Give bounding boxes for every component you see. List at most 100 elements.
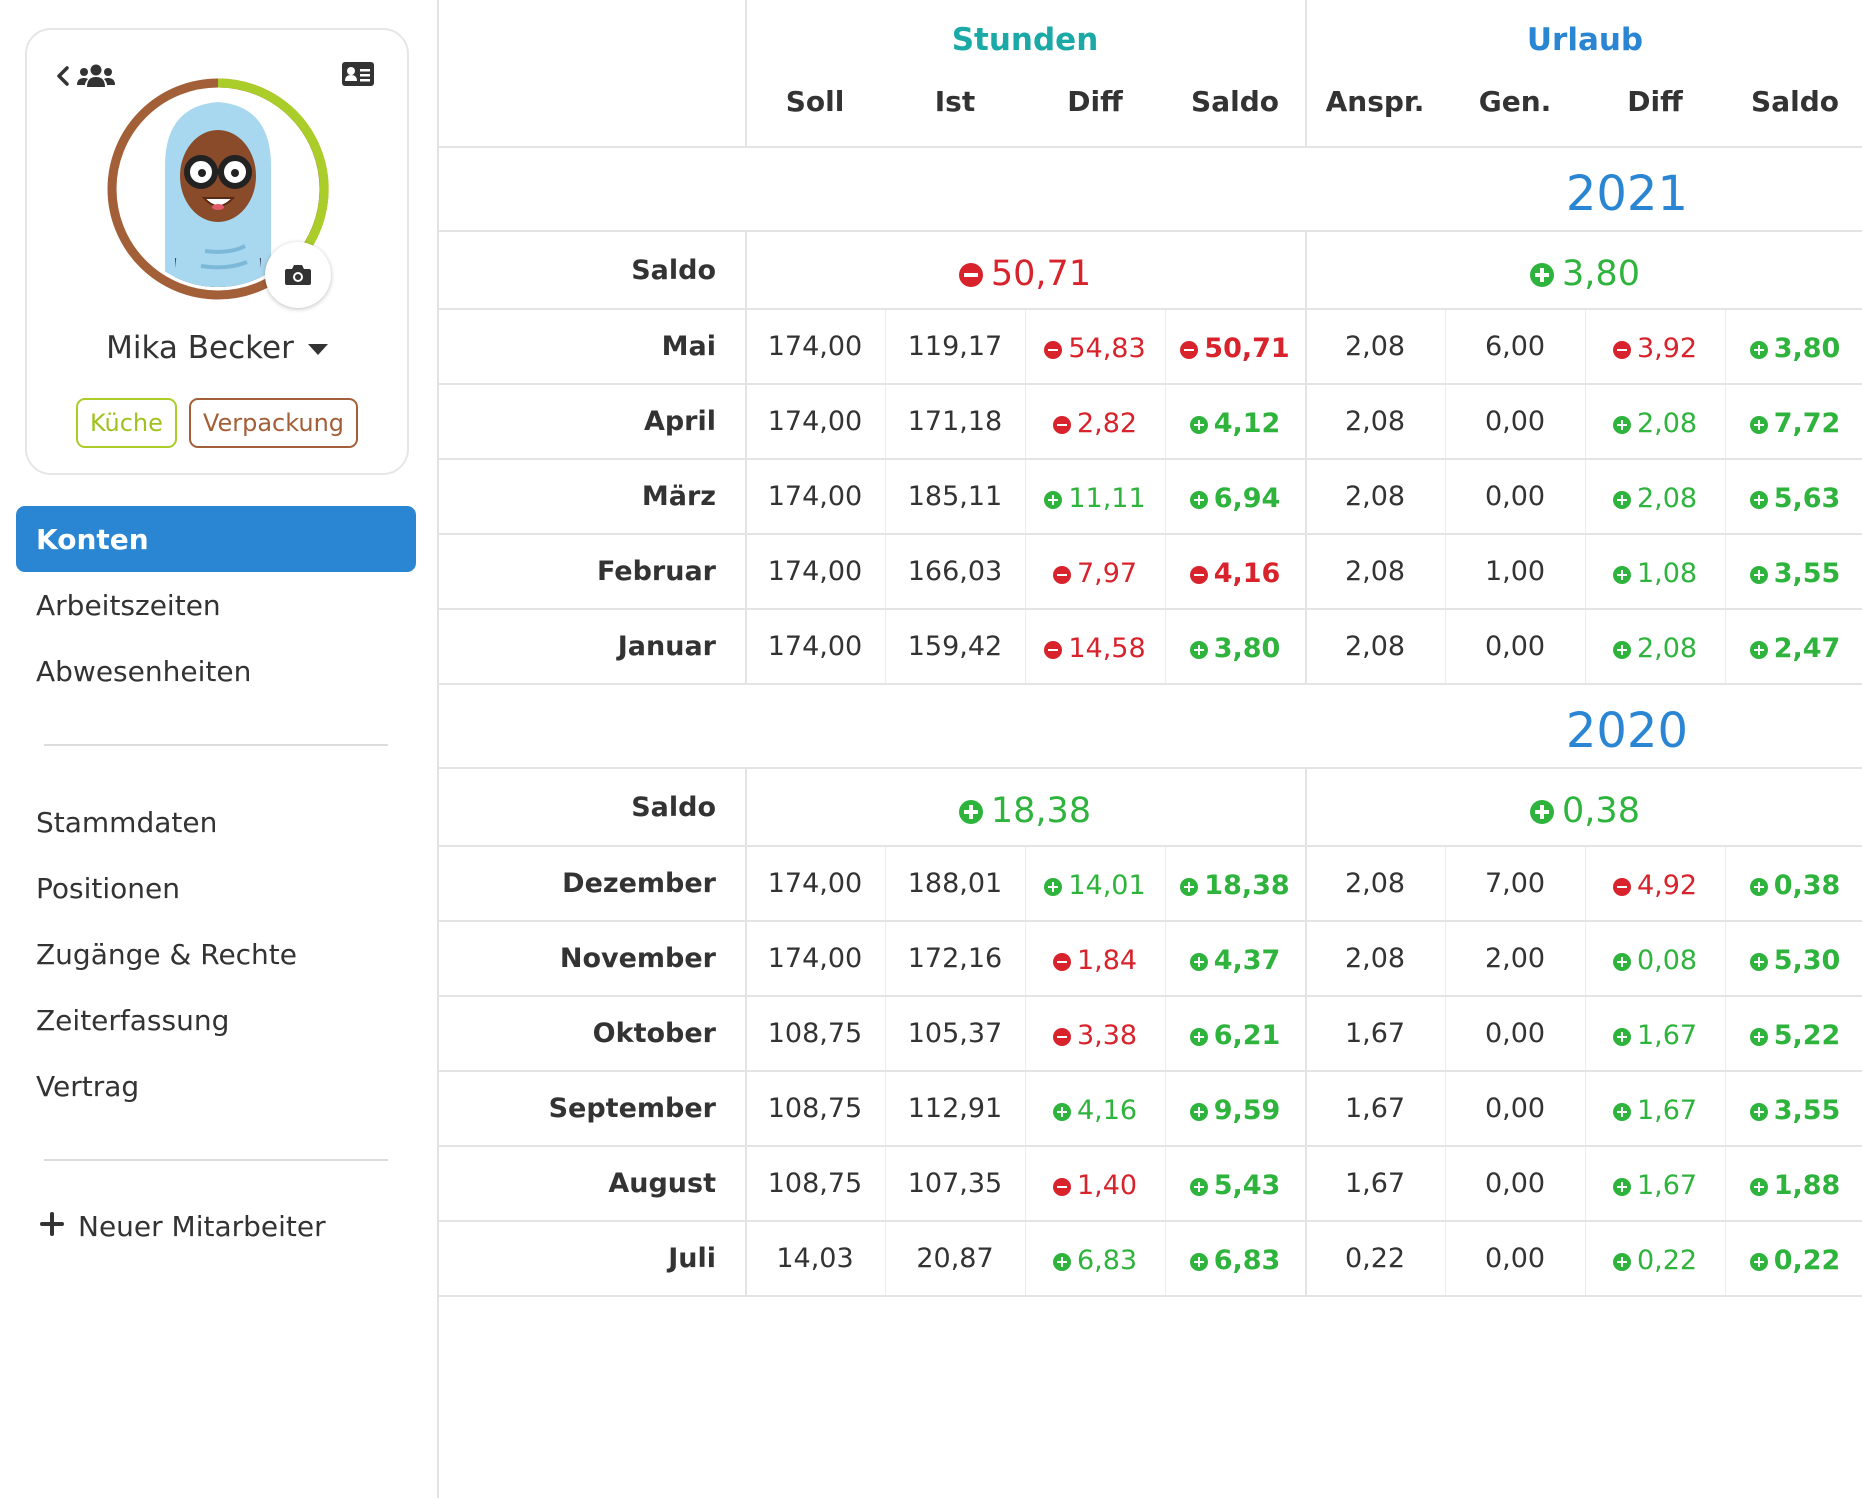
table-row[interactable]: März 174,00 185,11 11,11 6,94 2,08 0,00 2,08 5,6…	[439, 460, 1862, 535]
cell-ist: 107,35	[907, 1168, 1003, 1199]
cell-gen: 0,00	[1484, 481, 1546, 512]
minus-circle-icon	[1044, 340, 1063, 359]
cell-anspr: 1,67	[1344, 1018, 1406, 1049]
cell-anspr: 2,08	[1344, 406, 1406, 437]
month-label: Dezember	[562, 868, 716, 899]
cell-diff: 3,38	[1025, 999, 1165, 1072]
minus-circle-icon	[1052, 1027, 1071, 1046]
sidebar: Mika Becker Küche Verpackung Konten Arbe…	[0, 0, 437, 1498]
value-usaldo: 0,38	[1749, 870, 1840, 901]
table-row[interactable]: Juli 14,03 20,87 6,83 6,83 0,22 0,00 0,22 0,22	[439, 1222, 1862, 1297]
value-usaldo: 1,88	[1749, 1170, 1840, 1201]
cell-anspr: 1,67	[1344, 1093, 1406, 1124]
table-row[interactable]: April 174,00 171,18 2,82 4,12 2,08 0,00 2,08 7,7…	[439, 385, 1862, 460]
position-tags: Küche Verpackung	[27, 398, 407, 448]
table-row[interactable]: Dezember 174,00 188,01 14,01 18,38 2,08 7,00 4,…	[439, 847, 1862, 922]
value-udiff: 2,08	[1612, 483, 1697, 514]
cell-udiff: 2,08	[1585, 612, 1725, 685]
value-saldo: 18,38	[1180, 870, 1290, 901]
nav-item-vertrag[interactable]: Vertrag	[16, 1053, 416, 1119]
value-udiff-value: 3,92	[1636, 333, 1698, 364]
saldo-hours: 50,71	[745, 236, 1305, 312]
table-row[interactable]: August 108,75 107,35 1,40 5,43 1,67 0,00 1,67 1,…	[439, 1147, 1862, 1222]
cell-saldo: 50,71	[1165, 312, 1305, 385]
nav-item-stammdaten[interactable]: Stammdaten	[16, 789, 416, 855]
group-header-vacation: Urlaub	[1526, 22, 1644, 58]
cell-anspr: 2,08	[1344, 868, 1406, 899]
cell-saldo: 3,80	[1165, 612, 1305, 685]
value-usaldo: 2,47	[1749, 633, 1840, 664]
value-diff: 2,82	[1052, 408, 1138, 439]
table-row[interactable]: Oktober 108,75 105,37 3,38 6,21 1,67 0,00 1,67 5…	[439, 997, 1862, 1072]
saldo-row: Saldo 50,71 3,80	[439, 232, 1862, 310]
plus-circle-icon	[1612, 415, 1631, 434]
plus-circle-icon	[1612, 1027, 1631, 1046]
plus-circle-icon	[1530, 263, 1555, 287]
new-employee-button[interactable]: Neuer Mitarbeiter	[40, 1210, 326, 1243]
value-diff-value: 11,11	[1068, 483, 1146, 514]
value-udiff: 0,08	[1612, 945, 1697, 976]
nav-item-positionen[interactable]: Positionen	[16, 855, 416, 921]
cell-gen: 0,00	[1484, 1243, 1546, 1274]
nav-item-konten[interactable]: Konten	[16, 506, 416, 572]
cell-usaldo: 0,22	[1725, 1224, 1862, 1297]
table-row[interactable]: November 174,00 172,16 1,84 4,37 2,08 2,00 0,08…	[439, 922, 1862, 997]
value-udiff: 0,22	[1612, 1245, 1697, 1276]
cell-ist: 172,16	[907, 943, 1003, 974]
value-diff-value: 2,82	[1076, 408, 1138, 439]
table-row[interactable]: Februar 174,00 166,03 7,97 4,16 2,08 1,00 1,08 3…	[439, 535, 1862, 610]
plus-circle-icon	[1189, 1027, 1208, 1046]
cell-usaldo: 5,63	[1725, 462, 1862, 535]
cell-diff: 1,84	[1025, 924, 1165, 997]
cell-udiff: 2,08	[1585, 387, 1725, 460]
saldo-vacation: 3,80	[1305, 236, 1862, 312]
value-diff-value: 1,84	[1076, 945, 1138, 976]
table-row[interactable]: Januar 174,00 159,42 14,58 3,80 2,08 0,00 2,08 2…	[439, 610, 1862, 685]
cell-anspr: 2,08	[1344, 943, 1406, 974]
value-saldo-value: 5,43	[1213, 1170, 1281, 1201]
cell-usaldo: 5,30	[1725, 924, 1862, 997]
cell-ist: 171,18	[907, 406, 1003, 437]
cell-usaldo: 3,80	[1725, 312, 1862, 385]
nav-item-zugaenge-rechte[interactable]: Zugänge & Rechte	[16, 921, 416, 987]
value-saldo: 4,16	[1189, 558, 1280, 589]
cell-saldo: 6,94	[1165, 462, 1305, 535]
cell-anspr: 0,22	[1344, 1243, 1406, 1274]
cell-soll: 108,75	[767, 1168, 863, 1199]
value-udiff: 2,08	[1612, 633, 1697, 664]
cell-saldo: 4,16	[1165, 537, 1305, 610]
cell-saldo: 4,12	[1165, 387, 1305, 460]
value-usaldo-value: 5,63	[1773, 483, 1841, 514]
cell-soll: 174,00	[767, 406, 863, 437]
nav-item-abwesenheiten[interactable]: Abwesenheiten	[16, 638, 416, 704]
nav-item-arbeitszeiten[interactable]: Arbeitszeiten	[16, 572, 416, 638]
table-row[interactable]: Mai 174,00 119,17 54,83 50,71 2,08 6,00 3,92 3,8…	[439, 310, 1862, 385]
month-label: Juli	[668, 1243, 716, 1274]
user-name-dropdown[interactable]: Mika Becker	[27, 330, 407, 366]
plus-circle-icon	[1612, 1102, 1631, 1121]
value-udiff-value: 2,08	[1636, 408, 1698, 439]
value-diff-value: 14,58	[1068, 633, 1146, 664]
minus-circle-icon	[1052, 565, 1071, 584]
value-udiff-value: 4,92	[1636, 870, 1698, 901]
new-employee-label: Neuer Mitarbeiter	[78, 1210, 326, 1243]
value-saldo: 6,94	[1189, 483, 1280, 514]
table-row[interactable]: September 108,75 112,91 4,16 9,59 1,67 0,00 1,6…	[439, 1072, 1862, 1147]
month-label: Januar	[617, 631, 716, 662]
value-udiff-value: 1,67	[1636, 1170, 1698, 1201]
table-header: Stunden Urlaub Soll Ist Diff Saldo Anspr…	[439, 0, 1862, 148]
value-usaldo-value: 5,22	[1773, 1020, 1841, 1051]
value-usaldo: 3,80	[1749, 333, 1840, 364]
tag-kueche[interactable]: Küche	[75, 398, 177, 448]
minus-circle-icon	[1189, 565, 1208, 584]
cell-saldo: 5,43	[1165, 1149, 1305, 1222]
id-card-icon[interactable]	[341, 60, 375, 94]
camera-icon[interactable]	[265, 242, 331, 308]
cell-saldo: 4,37	[1165, 924, 1305, 997]
value-usaldo: 3,55	[1749, 1095, 1840, 1126]
month-label: Mai	[661, 331, 716, 362]
cell-diff: 2,82	[1025, 387, 1165, 460]
tag-verpackung[interactable]: Verpackung	[188, 398, 359, 448]
nav-item-zeiterfassung[interactable]: Zeiterfassung	[16, 987, 416, 1053]
minus-circle-icon	[1612, 340, 1631, 359]
